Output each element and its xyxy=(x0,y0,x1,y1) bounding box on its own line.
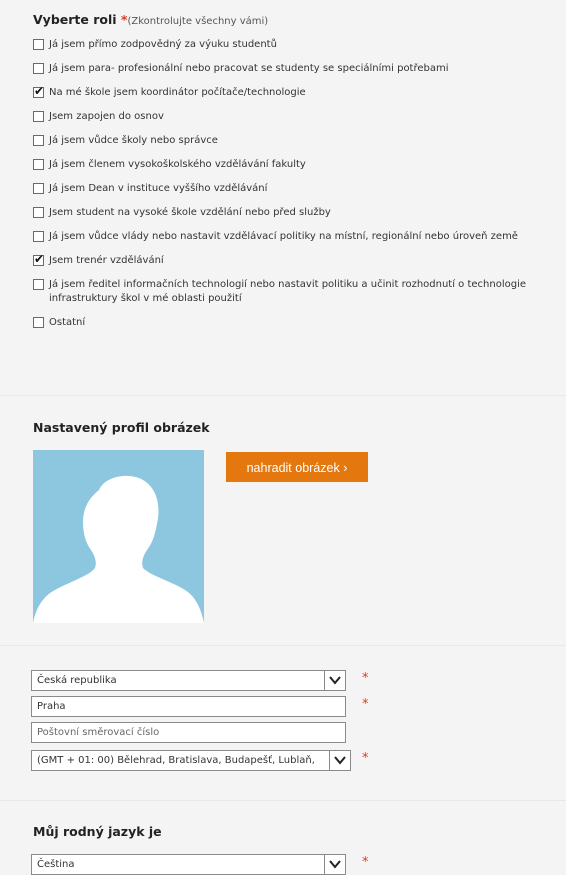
required-mark: * xyxy=(362,751,369,766)
chevron-down-icon[interactable] xyxy=(329,751,350,770)
checkbox-label: Já jsem para- profesionální nebo pracova… xyxy=(49,63,449,74)
profile-picture xyxy=(33,450,204,623)
role-title: Vyberte roli xyxy=(33,12,117,27)
checkbox-2[interactable] xyxy=(33,63,44,74)
checkbox-6[interactable] xyxy=(33,159,44,170)
person-silhouette-icon xyxy=(33,475,204,623)
required-mark: * xyxy=(362,671,369,686)
section-divider xyxy=(0,395,566,396)
section-divider xyxy=(0,645,566,646)
role-option[interactable]: Na mé škole jsem koordinátor počítače/te… xyxy=(33,84,306,100)
country-value: Česká republika xyxy=(37,675,117,686)
checkbox-7[interactable] xyxy=(33,183,44,194)
role-option[interactable]: Já jsem Dean v instituce vyššího vzděláv… xyxy=(33,182,267,196)
checkbox-label: Já jsem vůdce školy nebo správce xyxy=(49,135,218,146)
postal-placeholder: Poštovní směrovací číslo xyxy=(37,727,160,738)
checkbox-label: Ostatní xyxy=(49,317,86,328)
timezone-select[interactable]: (GMT + 01: 00) Bělehrad, Bratislava, Bud… xyxy=(31,750,351,771)
checkbox-label: Já jsem ředitel informačních technologií… xyxy=(49,279,527,304)
postal-code-input[interactable]: Poštovní směrovací číslo xyxy=(31,722,346,743)
city-value: Praha xyxy=(37,701,66,712)
checkbox-label: Já jsem Dean v instituce vyššího vzděláv… xyxy=(49,183,268,194)
checkbox-9[interactable] xyxy=(33,231,44,242)
language-section-title: Můj rodný jazyk je xyxy=(33,824,162,839)
role-note: (Zkontrolujte všechny vámi) xyxy=(127,16,269,27)
checkbox-label: Jsem student na vysoké škole vzdělání ne… xyxy=(49,207,331,218)
role-section-title: Vyberte roli *(Zkontrolujte všechny vámi… xyxy=(33,12,268,27)
checkbox-5[interactable] xyxy=(33,135,44,146)
checkbox-1[interactable] xyxy=(33,39,44,50)
role-option[interactable]: Já jsem přímo zodpovědný za výuku studen… xyxy=(33,38,277,52)
checkbox-4[interactable] xyxy=(33,111,44,122)
role-option[interactable]: Jsem trenér vzdělávání xyxy=(33,252,164,268)
timezone-value: (GMT + 01: 00) Bělehrad, Bratislava, Bud… xyxy=(37,755,315,766)
role-option[interactable]: Já jsem ředitel informačních technologií… xyxy=(33,278,553,306)
checkbox-8[interactable] xyxy=(33,207,44,218)
checkbox-label: Já jsem přímo zodpovědný za výuku studen… xyxy=(49,39,277,50)
role-option[interactable]: Já jsem vůdce školy nebo správce xyxy=(33,134,218,148)
checkbox-10[interactable] xyxy=(33,252,44,266)
country-select[interactable]: Česká republika xyxy=(31,670,346,691)
replace-picture-button[interactable]: nahradit obrázek › xyxy=(226,452,368,482)
role-option[interactable]: Ostatní xyxy=(33,316,85,330)
chevron-down-icon[interactable] xyxy=(324,855,345,874)
role-option[interactable]: Já jsem vůdce vlády nebo nastavit vzdělá… xyxy=(33,230,518,244)
checkbox-3[interactable] xyxy=(33,84,44,98)
role-option[interactable]: Já jsem para- profesionální nebo pracova… xyxy=(33,62,449,76)
role-option[interactable]: Jsem student na vysoké škole vzdělání ne… xyxy=(33,206,331,220)
required-mark: * xyxy=(362,855,369,870)
checkbox-12[interactable] xyxy=(33,317,44,328)
checkbox-label: Jsem zapojen do osnov xyxy=(49,111,164,122)
language-select[interactable]: Čeština xyxy=(31,854,346,875)
checkbox-11[interactable] xyxy=(33,279,44,290)
role-option[interactable]: Jsem zapojen do osnov xyxy=(33,110,164,124)
checkbox-label: Já jsem vůdce vlády nebo nastavit vzdělá… xyxy=(49,231,518,242)
role-option[interactable]: Já jsem členem vysokoškolského vzděláván… xyxy=(33,158,306,172)
city-input[interactable]: Praha xyxy=(31,696,346,717)
checkbox-label: Jsem trenér vzdělávání xyxy=(49,255,164,266)
chevron-down-icon[interactable] xyxy=(324,671,345,690)
required-mark: * xyxy=(362,697,369,712)
checkbox-label: Na mé škole jsem koordinátor počítače/te… xyxy=(49,87,306,98)
language-value: Čeština xyxy=(37,859,75,870)
section-divider xyxy=(0,800,566,801)
profile-section-title: Nastavený profil obrázek xyxy=(33,420,210,435)
checkbox-label: Já jsem členem vysokoškolského vzděláván… xyxy=(49,159,306,170)
